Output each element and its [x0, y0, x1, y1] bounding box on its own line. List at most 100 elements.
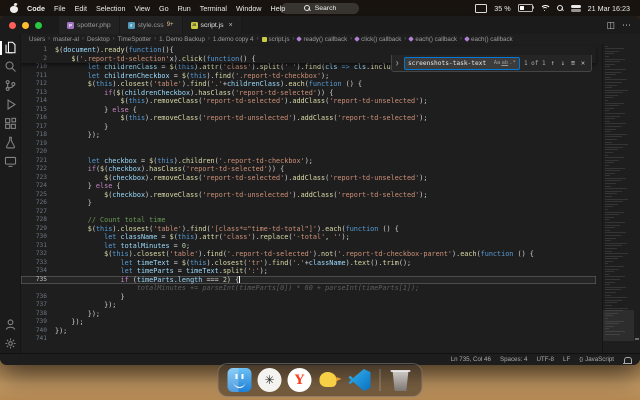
- line-number[interactable]: 737: [21, 301, 55, 310]
- code-line[interactable]: 733 let timeText = $(this).closest('tr')…: [21, 259, 596, 268]
- code-line[interactable]: 714 $(this).removeClass('report-td-selec…: [21, 97, 596, 106]
- code-line[interactable]: 711 let childrenCheckbox = $(this).find(…: [21, 72, 596, 81]
- status-ln-735-col-46[interactable]: Ln 735, Col 46: [451, 356, 491, 363]
- settings-icon[interactable]: [0, 334, 20, 353]
- line-number[interactable]: 715: [21, 106, 55, 115]
- code-line[interactable]: 716 $(this).removeClass('report-td-unsel…: [21, 114, 596, 123]
- breadcrumb-item[interactable]: TimeSpotter: [118, 36, 151, 43]
- dock-cyberduck-icon[interactable]: [318, 368, 342, 392]
- dock-chatgpt-icon[interactable]: [257, 368, 282, 392]
- minimize-window-button[interactable]: [22, 21, 29, 29]
- spotlight-search[interactable]: Search: [281, 2, 359, 14]
- line-number[interactable]: 735: [21, 276, 55, 285]
- battery-icon[interactable]: [517, 3, 535, 13]
- code-line[interactable]: 728 // Count total time: [21, 216, 596, 225]
- run-debug-icon[interactable]: [0, 95, 20, 114]
- dock-trash-icon[interactable]: [389, 368, 413, 392]
- breadcrumb-item[interactable]: 1. Demo Backup: [159, 36, 205, 43]
- menu-item-file[interactable]: File: [54, 4, 66, 13]
- apple-logo-icon[interactable]: [10, 4, 18, 13]
- code-line[interactable]: 732 $(this).closest('table').find('.repo…: [21, 250, 596, 259]
- explorer-icon[interactable]: [0, 38, 20, 57]
- tab-spotter.php[interactable]: Pspotter.php: [59, 16, 120, 34]
- code-line[interactable]: 736 }: [21, 293, 596, 302]
- find-next-icon[interactable]: ↓: [560, 59, 566, 67]
- more-actions-icon[interactable]: ⋯: [622, 20, 631, 30]
- dock-finder-icon[interactable]: [227, 368, 252, 392]
- line-number[interactable]: 727: [21, 208, 55, 217]
- menu-clock[interactable]: 21 Mar 16:23: [588, 4, 630, 13]
- line-number[interactable]: 725: [21, 191, 55, 200]
- line-number[interactable]: 740: [21, 327, 55, 336]
- line-number[interactable]: 716: [21, 114, 55, 123]
- line-number[interactable]: 713: [21, 89, 55, 98]
- wifi-icon[interactable]: [539, 4, 551, 12]
- line-number[interactable]: 722: [21, 165, 55, 174]
- notifications-bell-icon[interactable]: [623, 356, 632, 364]
- code-line[interactable]: 718 });: [21, 131, 596, 140]
- breadcrumb-item[interactable]: 1.demo copy 4: [213, 36, 254, 43]
- code-line[interactable]: 730 let className = $(this).attr('class'…: [21, 233, 596, 242]
- line-number[interactable]: 731: [21, 242, 55, 251]
- display-icon[interactable]: [475, 3, 488, 13]
- line-number[interactable]: 724: [21, 182, 55, 191]
- menu-item-selection[interactable]: Selection: [96, 4, 126, 13]
- source-control-icon[interactable]: [0, 76, 20, 95]
- code-line[interactable]: 727: [21, 208, 596, 217]
- menu-item-terminal[interactable]: Terminal: [200, 4, 227, 13]
- code-line[interactable]: 740});: [21, 327, 596, 336]
- breadcrumb-item[interactable]: Users: [29, 36, 45, 43]
- line-number[interactable]: 711: [21, 72, 55, 81]
- line-number[interactable]: 2: [21, 55, 55, 64]
- regex-icon[interactable]: .*: [509, 60, 516, 66]
- line-number[interactable]: 1: [21, 46, 55, 55]
- find-close-icon[interactable]: ✕: [580, 59, 586, 67]
- status-lf[interactable]: LF: [563, 356, 570, 363]
- split-editor-icon[interactable]: ◫: [606, 20, 615, 30]
- find-in-selection-icon[interactable]: ≡: [570, 59, 576, 67]
- line-number[interactable]: 729: [21, 225, 55, 234]
- line-number[interactable]: 738: [21, 310, 55, 319]
- code-line[interactable]: 726 }: [21, 199, 596, 208]
- line-number[interactable]: 733: [21, 259, 55, 268]
- zoom-window-button[interactable]: [35, 21, 42, 29]
- line-number[interactable]: 718: [21, 131, 55, 140]
- menu-search-icon[interactable]: [556, 4, 564, 12]
- remote-icon[interactable]: [0, 152, 20, 171]
- overview-ruler[interactable]: [634, 44, 640, 353]
- dock-vscode-icon[interactable]: [348, 368, 372, 392]
- code-line[interactable]: 719: [21, 140, 596, 149]
- line-number[interactable]: 728: [21, 216, 55, 225]
- line-number[interactable]: 734: [21, 267, 55, 276]
- line-number[interactable]: 732: [21, 250, 55, 259]
- breadcrumb-item[interactable]: each() callback: [464, 36, 513, 43]
- sticky-line[interactable]: 1 $(document).ready(function(){: [21, 46, 596, 55]
- menu-item-edit[interactable]: Edit: [75, 4, 87, 13]
- line-number[interactable]: 739: [21, 318, 55, 327]
- line-number[interactable]: 712: [21, 80, 55, 89]
- code-line[interactable]: 715 } else {: [21, 106, 596, 115]
- code-line[interactable]: 739 });: [21, 318, 596, 327]
- code-line[interactable]: 738 });: [21, 310, 596, 319]
- line-number[interactable]: [21, 284, 55, 293]
- code-line[interactable]: 725 $(checkbox).removeClass('report-td-u…: [21, 191, 596, 200]
- code-line[interactable]: 731 let totalMinutes = 0;: [21, 242, 596, 251]
- code-line[interactable]: 721 let checkbox = $(this).children('.re…: [21, 157, 596, 166]
- minimap-slider[interactable]: [603, 309, 634, 341]
- menu-item-window[interactable]: Window: [236, 4, 262, 13]
- close-window-button[interactable]: [9, 21, 16, 29]
- breadcrumb-item[interactable]: each() callback: [408, 36, 457, 43]
- breadcrumb-item[interactable]: click() callback: [354, 36, 401, 43]
- line-number[interactable]: 730: [21, 233, 55, 242]
- find-input[interactable]: screenshots-task-text Aa ab .*: [403, 56, 520, 70]
- close-tab-icon[interactable]: ×: [229, 22, 233, 29]
- whole-word-icon[interactable]: ab: [501, 60, 508, 66]
- dock-yandex-browser-icon[interactable]: [287, 368, 312, 392]
- breadcrumb-item[interactable]: Desktop: [87, 36, 110, 43]
- line-number[interactable]: 721: [21, 157, 55, 166]
- line-number[interactable]: 723: [21, 174, 55, 183]
- menu-item-run[interactable]: Run: [178, 4, 191, 13]
- code-line[interactable]: 712 $(this).closest('table').find('.'+ch…: [21, 80, 596, 89]
- line-number[interactable]: 726: [21, 199, 55, 208]
- menu-item-code[interactable]: Code: [27, 4, 45, 13]
